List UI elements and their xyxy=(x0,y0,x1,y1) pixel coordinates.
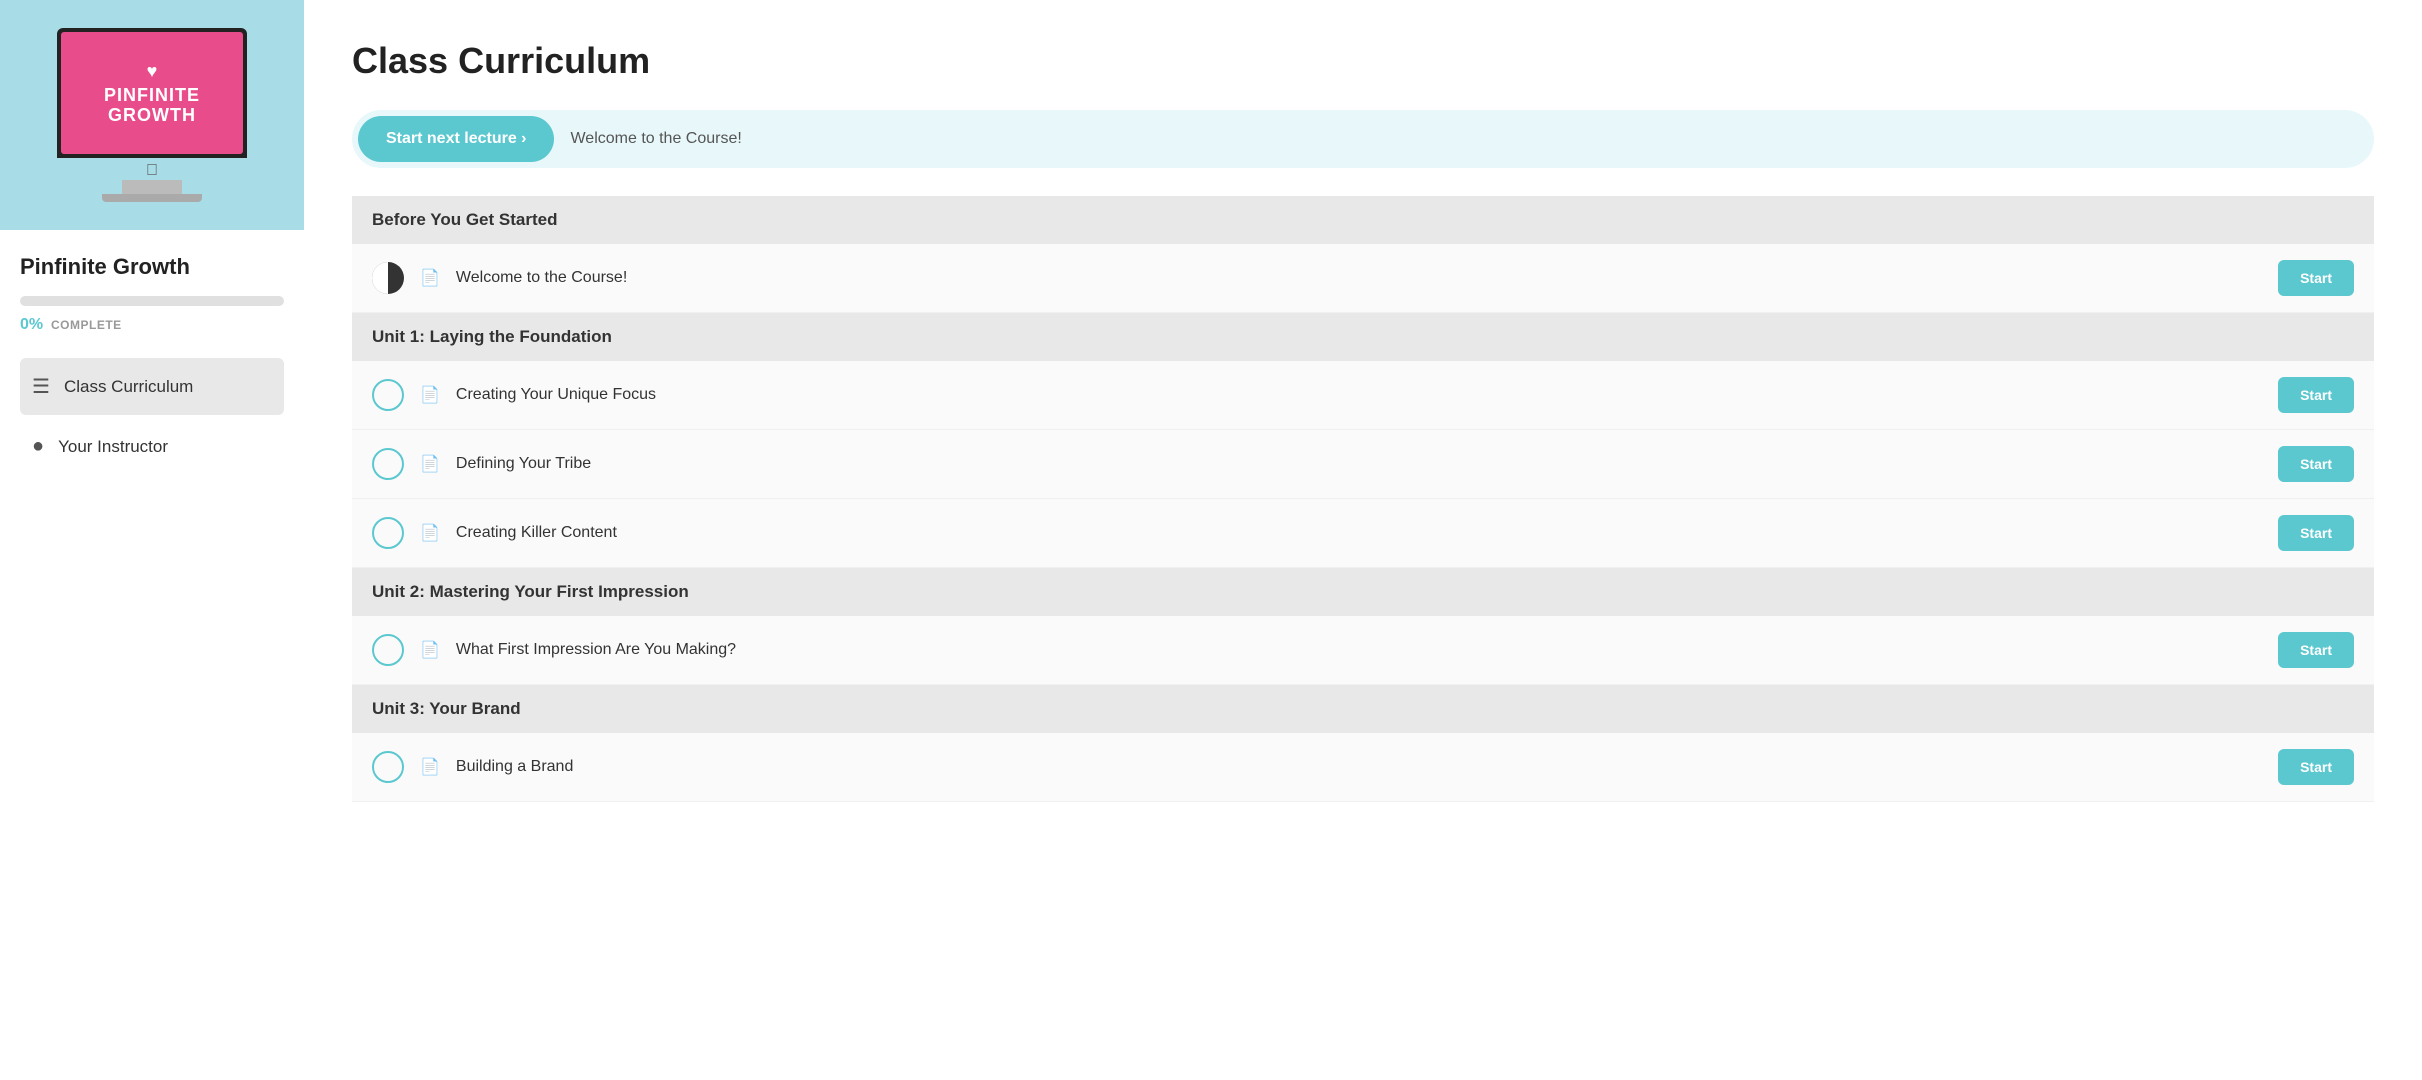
section-before-get-started: Before You Get Started 📄 Welcome to the … xyxy=(352,196,2374,313)
section-header-unit3: Unit 3: Your Brand xyxy=(352,685,2374,733)
doc-icon: 📄 xyxy=(420,385,440,405)
lesson-title: Welcome to the Course! xyxy=(456,269,2262,287)
start-button[interactable]: Start xyxy=(2278,515,2354,551)
start-next-lecture-button[interactable]: Start next lecture › xyxy=(358,116,554,162)
lesson-status-icon xyxy=(372,751,404,783)
start-button[interactable]: Start xyxy=(2278,446,2354,482)
section-header-unit2: Unit 2: Mastering Your First Impression xyxy=(352,568,2374,616)
monitor-screen: ♥ PINFINITE GROWTH xyxy=(57,28,247,158)
lesson-row: 📄 Welcome to the Course! Start xyxy=(352,244,2374,313)
lesson-status-icon xyxy=(372,448,404,480)
start-button[interactable]: Start xyxy=(2278,377,2354,413)
lesson-row: 📄 Building a Brand Start xyxy=(352,733,2374,802)
main-content: Class Curriculum Start next lecture › We… xyxy=(304,0,2422,1080)
lesson-row: 📄 Creating Killer Content Start xyxy=(352,499,2374,568)
person-icon: ● xyxy=(32,435,44,458)
progress-bar-background xyxy=(20,296,284,306)
page-title: Class Curriculum xyxy=(352,40,2374,82)
sidebar-hero: ♥ PINFINITE GROWTH  xyxy=(0,0,304,230)
lesson-title: Creating Your Unique Focus xyxy=(456,386,2262,404)
progress-percent: 0% xyxy=(20,316,43,333)
next-lecture-bar: Start next lecture › Welcome to the Cour… xyxy=(352,110,2374,168)
monitor-screen-inner: ♥ PINFINITE GROWTH xyxy=(61,32,243,154)
lesson-row: 📄 What First Impression Are You Making? … xyxy=(352,616,2374,685)
start-button[interactable]: Start xyxy=(2278,749,2354,785)
lesson-status-icon xyxy=(372,517,404,549)
next-lecture-name: Welcome to the Course! xyxy=(570,130,741,148)
lesson-status-icon xyxy=(372,379,404,411)
lesson-title: What First Impression Are You Making? xyxy=(456,641,2262,659)
monitor-title: PINFINITE GROWTH xyxy=(104,86,200,126)
list-icon: ☰ xyxy=(32,374,50,399)
sidebar-item-curriculum-label: Class Curriculum xyxy=(64,377,193,397)
section-unit-3: Unit 3: Your Brand 📄 Building a Brand St… xyxy=(352,685,2374,802)
section-unit-1: Unit 1: Laying the Foundation 📄 Creating… xyxy=(352,313,2374,568)
sidebar-item-instructor[interactable]: ● Your Instructor xyxy=(20,419,284,474)
doc-icon: 📄 xyxy=(420,757,440,777)
section-header-before: Before You Get Started xyxy=(352,196,2374,244)
section-header-unit1: Unit 1: Laying the Foundation xyxy=(352,313,2374,361)
lesson-status-icon xyxy=(372,634,404,666)
apple-icon:  xyxy=(57,162,247,180)
doc-icon: 📄 xyxy=(420,454,440,474)
lesson-row: 📄 Creating Your Unique Focus Start xyxy=(352,361,2374,430)
lesson-status-icon xyxy=(372,262,404,294)
sidebar-item-curriculum[interactable]: ☰ Class Curriculum xyxy=(20,358,284,415)
heart-icon: ♥ xyxy=(147,61,158,82)
complete-text: COMPLETE xyxy=(51,318,122,332)
start-button[interactable]: Start xyxy=(2278,632,2354,668)
course-logo: ♥ PINFINITE GROWTH  xyxy=(57,28,247,202)
doc-icon: 📄 xyxy=(420,523,440,543)
section-unit-2: Unit 2: Mastering Your First Impression … xyxy=(352,568,2374,685)
monitor-stand xyxy=(122,180,182,194)
lesson-title: Defining Your Tribe xyxy=(456,455,2262,473)
course-title: Pinfinite Growth xyxy=(20,254,284,280)
progress-label: 0% COMPLETE xyxy=(20,316,284,334)
doc-icon: 📄 xyxy=(420,640,440,660)
lesson-title: Building a Brand xyxy=(456,758,2262,776)
lesson-row: 📄 Defining Your Tribe Start xyxy=(352,430,2374,499)
start-button[interactable]: Start xyxy=(2278,260,2354,296)
doc-icon: 📄 xyxy=(420,268,440,288)
sidebar-content: Pinfinite Growth 0% COMPLETE ☰ Class Cur… xyxy=(0,230,304,1080)
lesson-title: Creating Killer Content xyxy=(456,524,2262,542)
sidebar: ♥ PINFINITE GROWTH  Pinfinite Growth 0%… xyxy=(0,0,304,1080)
monitor-base xyxy=(102,194,202,202)
sidebar-item-instructor-label: Your Instructor xyxy=(58,437,168,457)
